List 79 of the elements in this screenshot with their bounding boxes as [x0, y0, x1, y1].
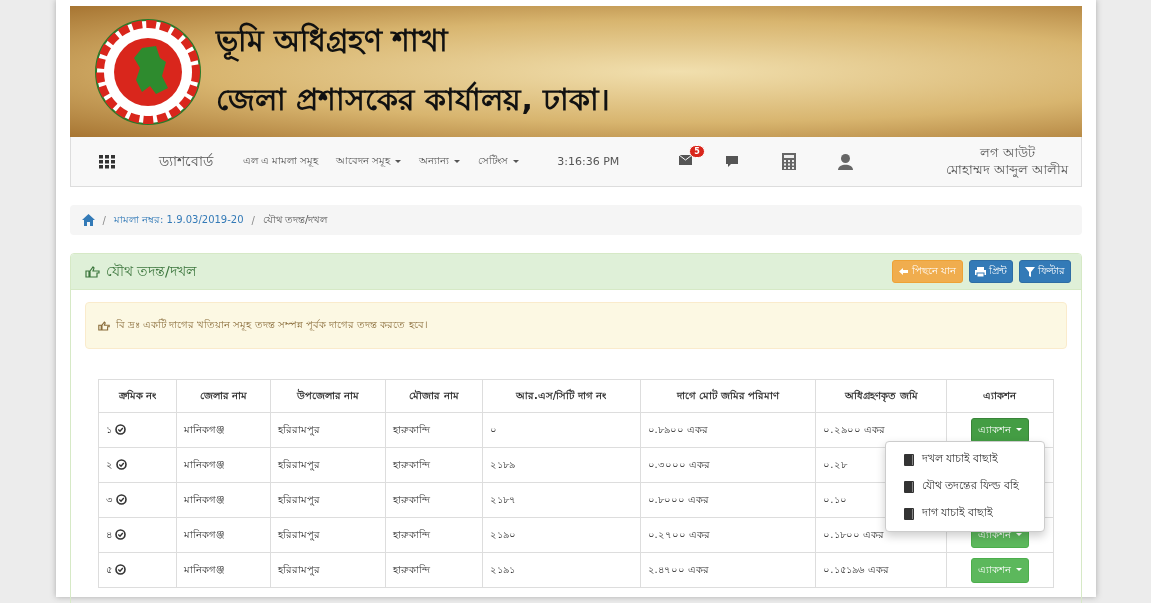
book-icon: [903, 480, 914, 493]
printer-icon: [974, 266, 986, 277]
notice-text: বি দ্রঃ একটি দাগের খতিয়ান সমূহ তদন্ত সম্পন্ন পূর্বক দাগের তদন্ত করতে হবে।: [115, 317, 428, 333]
dashboard-link[interactable]: ড্যাশবোর্ড: [158, 149, 213, 174]
check-circle-icon: [115, 494, 127, 505]
column-header: উপজেলার নাম: [270, 379, 386, 413]
table-cell: হারুকান্দি: [385, 517, 483, 553]
chat-icon[interactable]: [726, 156, 739, 167]
breadcrumb-separator: /: [251, 214, 255, 226]
table-cell: ০.৮০০০ একর: [640, 482, 816, 518]
table-cell: ৫: [98, 552, 177, 588]
check-circle-icon: [115, 459, 127, 470]
breadcrumb-link[interactable]: মামলা নম্বর: 1.9.03/2019-20: [113, 211, 244, 229]
column-header: দাগে মোট জমির পরিমাণ: [640, 379, 816, 413]
panel-button[interactable]: ফিল্টার: [1018, 260, 1071, 283]
table-cell: ০.৩০০০ একর: [640, 447, 816, 483]
panel-button[interactable]: প্রিন্ট: [968, 260, 1013, 283]
table-cell: হরিরামপুর: [270, 482, 386, 518]
breadcrumb-separator: /: [102, 214, 106, 226]
table-cell: মানিকগঞ্জ: [176, 447, 270, 483]
current-page-label: যৌথ তদন্ত/দখল: [262, 212, 328, 227]
table-cell: ৩: [98, 482, 177, 518]
arrow-left-icon: [898, 267, 910, 276]
nav-menu-item[interactable]: অন্যান্য: [419, 153, 461, 170]
clock-time: 3:16:36 PM: [557, 155, 620, 168]
table-cell: হারুকান্দি: [385, 447, 483, 483]
table-cell: মানিকগঞ্জ: [176, 482, 270, 518]
grid-menu-icon[interactable]: [98, 154, 115, 169]
column-header: এ্যাকশন: [946, 379, 1053, 413]
table-cell: হারুকান্দি: [385, 482, 483, 518]
filter-icon: [1024, 266, 1035, 277]
table-cell: মানিকগঞ্জ: [176, 412, 270, 448]
panel-title: যৌথ তদন্ত/দখল: [105, 261, 196, 281]
table-cell: হারুকান্দি: [385, 552, 483, 588]
nav-menu-item[interactable]: সেটিংস: [478, 153, 520, 170]
table-cell: ১: [98, 412, 177, 448]
column-header: অধিগ্রহণকৃত জমি: [815, 379, 947, 413]
check-circle-icon: [114, 529, 126, 540]
book-icon: [903, 453, 914, 466]
nav-menu-item[interactable]: এল এ মামলা সমূহ: [242, 153, 319, 170]
calculator-icon[interactable]: [782, 153, 797, 170]
table-cell: ০.৮৯০০ একর: [640, 412, 816, 448]
banner-title: ভূমি অধিগ্রহণ শাখা: [215, 16, 611, 68]
menu-item[interactable]: যৌথ তদন্তের ফিল্ড বহি: [885, 473, 1044, 500]
envelope-icon[interactable]: [679, 155, 693, 165]
notification-badge: 5: [689, 145, 705, 158]
table-cell: হরিরামপুর: [270, 412, 386, 448]
pointing-hand-icon: [97, 320, 110, 331]
table-cell: ২১৯০: [482, 517, 641, 553]
banner-subtitle: জেলা প্রশাসকের কার্যালয়, ঢাকা।: [215, 80, 611, 119]
table-cell: ২: [98, 447, 177, 483]
table-cell: ০.২৭০০ একর: [640, 517, 816, 553]
pointing-hand-icon: [84, 265, 100, 278]
column-header: আর.এস/সিটি দাগ নং: [482, 379, 641, 413]
user-icon[interactable]: [838, 153, 854, 170]
table-cell: মানিকগঞ্জ: [176, 517, 270, 553]
table-cell: ২১৮৭: [482, 482, 641, 518]
book-icon: [903, 507, 914, 520]
logout-link[interactable]: লগ আউট: [979, 144, 1035, 162]
table-cell: ৪: [98, 517, 177, 553]
table-cell: ২.৪৭০০ একর: [640, 552, 816, 588]
check-circle-icon: [114, 564, 126, 575]
column-header: জেলার নাম: [176, 379, 270, 413]
user-name: মোহাম্মদ আব্দুল আলীম: [946, 161, 1069, 179]
table-cell: হরিরামপুর: [270, 552, 386, 588]
home-icon[interactable]: [81, 214, 95, 226]
column-header: মৌজার নাম: [385, 379, 483, 413]
nav-menu-item[interactable]: আবেদন সমূহ: [336, 153, 402, 170]
menu-item[interactable]: দখল যাচাই বাছাই: [885, 446, 1044, 473]
table-cell: ০: [482, 412, 641, 448]
table-cell: হরিরামপুর: [270, 447, 386, 483]
column-header: ক্রমিক নং: [98, 379, 177, 413]
table-cell: ০.১৫১৯৬ একর: [815, 552, 947, 588]
table-cell: হরিরামপুর: [270, 517, 386, 553]
check-circle-icon: [114, 424, 126, 435]
table-cell: মানিকগঞ্জ: [176, 552, 270, 588]
table-cell: হারুকান্দি: [385, 412, 483, 448]
table-cell: ২১৮৯: [482, 447, 641, 483]
table-cell: ২১৯১: [482, 552, 641, 588]
